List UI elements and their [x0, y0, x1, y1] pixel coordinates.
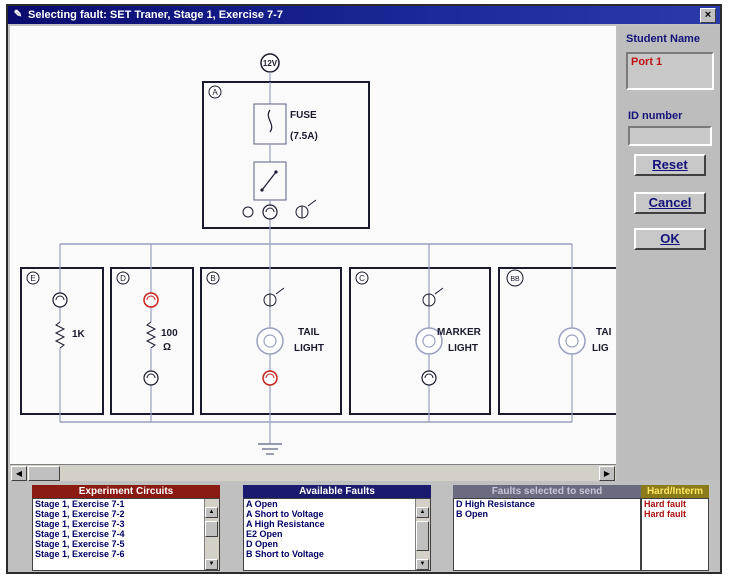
app-icon: ✎ — [13, 9, 23, 20]
lamp-b-label-top: TAIL — [298, 327, 319, 338]
faults-selected-list: Faults selected to send D High Resistanc… — [453, 485, 641, 571]
list-item[interactable]: A Short to Voltage — [244, 509, 430, 519]
available-faults-listbox[interactable]: A Open A Short to Voltage A High Resista… — [243, 498, 431, 571]
block-d[interactable] — [110, 267, 194, 415]
lamp-c-label-bottom: LIGHT — [448, 343, 478, 354]
list-item[interactable]: B Open — [454, 509, 640, 519]
circuit-diagram: 12V A FUSE (7.5A) E 1K D 100 Ω B TAIL LI… — [20, 53, 616, 455]
title-bar[interactable]: ✎ Selecting fault: SET Traner, Stage 1, … — [8, 6, 720, 24]
scroll-up-icon[interactable]: ▲ — [416, 507, 429, 518]
test-point-icon[interactable] — [143, 370, 159, 386]
available-faults-header: Available Faults — [243, 485, 431, 498]
supply-label: 12V — [263, 59, 278, 68]
lamp-b-label-bottom: LIGHT — [294, 343, 324, 354]
fuse-rating: (7.5A) — [290, 131, 318, 142]
hard-intermittent-listbox[interactable]: Hard fault Hard fault — [641, 498, 709, 571]
close-button[interactable]: × — [700, 8, 716, 23]
horizontal-scrollbar[interactable]: ◀ ▶ — [10, 464, 616, 481]
lamp-c-label-top: MARKER — [437, 327, 482, 338]
fault-lists-area: Experiment Circuits Stage 1, Exercise 7-… — [10, 481, 720, 572]
student-panel: Student Name Port 1 ID number Reset Canc… — [618, 26, 720, 480]
lamp-icon — [558, 327, 586, 355]
list-item[interactable]: D High Resistance — [454, 499, 640, 509]
resistor-e-value: 1K — [72, 329, 86, 340]
hard-intermittent-list: Hard/Interm Hard fault Hard fault — [641, 485, 709, 571]
available-faults-scrollbar[interactable]: ▲ ▼ — [415, 499, 430, 570]
ground-point-icon — [242, 206, 254, 218]
lamp-bb-label-bottom: LIG — [592, 343, 609, 354]
faulted-test-point-icon[interactable] — [262, 370, 278, 386]
list-item[interactable]: A High Resistance — [244, 519, 430, 529]
scroll-down-icon[interactable]: ▼ — [416, 559, 429, 570]
scroll-right-icon[interactable]: ▶ — [599, 466, 615, 481]
resistor-symbol — [54, 321, 66, 349]
block-e[interactable] — [20, 267, 104, 415]
test-point-icon[interactable] — [262, 204, 278, 220]
scroll-thumb[interactable] — [28, 466, 60, 481]
list-item[interactable]: Stage 1, Exercise 7-4 — [33, 529, 219, 539]
block-d-letter: D — [120, 274, 126, 283]
scroll-down-icon[interactable]: ▼ — [205, 559, 218, 570]
resistor-symbol — [145, 321, 157, 349]
scroll-up-icon[interactable]: ▲ — [205, 507, 218, 518]
list-item[interactable]: E2 Open — [244, 529, 430, 539]
block-b-letter: B — [210, 274, 215, 283]
scroll-thumb[interactable] — [205, 521, 218, 537]
block-a-letter: A — [212, 88, 218, 97]
lamp-icon — [256, 327, 284, 355]
block-bb-letter: BB — [510, 276, 520, 283]
block-c-letter: C — [359, 274, 365, 283]
experiment-circuits-list: Experiment Circuits Stage 1, Exercise 7-… — [32, 485, 220, 571]
circuit-canvas: 12V A FUSE (7.5A) E 1K D 100 Ω B TAIL LI… — [10, 26, 616, 464]
list-item[interactable]: B Short to Voltage — [244, 549, 430, 559]
resistor-d-value: 100 — [161, 328, 178, 339]
list-item[interactable]: A Open — [244, 499, 430, 509]
window-title: Selecting fault: SET Traner, Stage 1, Ex… — [28, 9, 283, 21]
block-e-letter: E — [30, 274, 35, 283]
switch-symbol — [253, 161, 287, 201]
faults-selected-header: Faults selected to send — [453, 485, 641, 498]
lamp-bb-label-top: TAI — [596, 327, 612, 338]
fuse-label: FUSE — [290, 110, 317, 121]
block-bb[interactable] — [498, 267, 616, 415]
id-number-label: ID number — [628, 110, 683, 122]
resistor-d-unit: Ω — [163, 342, 171, 353]
cancel-button[interactable]: Cancel — [634, 192, 706, 214]
scroll-thumb[interactable] — [416, 521, 429, 551]
test-point-icon[interactable] — [52, 292, 68, 308]
hard-intermittent-header: Hard/Interm — [641, 485, 709, 498]
fault-selection-window: ✎ Selecting fault: SET Traner, Stage 1, … — [6, 4, 722, 574]
list-item[interactable]: Stage 1, Exercise 7-3 — [33, 519, 219, 529]
faults-selected-listbox[interactable]: D High Resistance B Open — [453, 498, 641, 571]
list-item[interactable]: Hard fault — [642, 499, 708, 509]
experiment-circuits-scrollbar[interactable]: ▲ ▼ — [204, 499, 219, 570]
id-number-field[interactable] — [628, 126, 712, 146]
faulted-test-point-icon[interactable] — [143, 292, 159, 308]
experiment-circuits-header: Experiment Circuits — [32, 485, 220, 498]
list-item[interactable]: Stage 1, Exercise 7-5 — [33, 539, 219, 549]
scroll-left-icon[interactable]: ◀ — [11, 466, 27, 481]
reset-button[interactable]: Reset — [634, 154, 706, 176]
test-point-icon[interactable] — [421, 370, 437, 386]
list-item[interactable]: D Open — [244, 539, 430, 549]
student-name-field[interactable]: Port 1 — [626, 52, 714, 90]
ok-button[interactable]: OK — [634, 228, 706, 250]
list-item[interactable]: Stage 1, Exercise 7-2 — [33, 509, 219, 519]
list-item[interactable]: Stage 1, Exercise 7-1 — [33, 499, 219, 509]
available-faults-list: Available Faults A Open A Short to Volta… — [243, 485, 431, 571]
student-name-label: Student Name — [626, 33, 700, 45]
list-item[interactable]: Stage 1, Exercise 7-6 — [33, 549, 219, 559]
experiment-circuits-listbox[interactable]: Stage 1, Exercise 7-1 Stage 1, Exercise … — [32, 498, 220, 571]
list-item[interactable]: Hard fault — [642, 509, 708, 519]
